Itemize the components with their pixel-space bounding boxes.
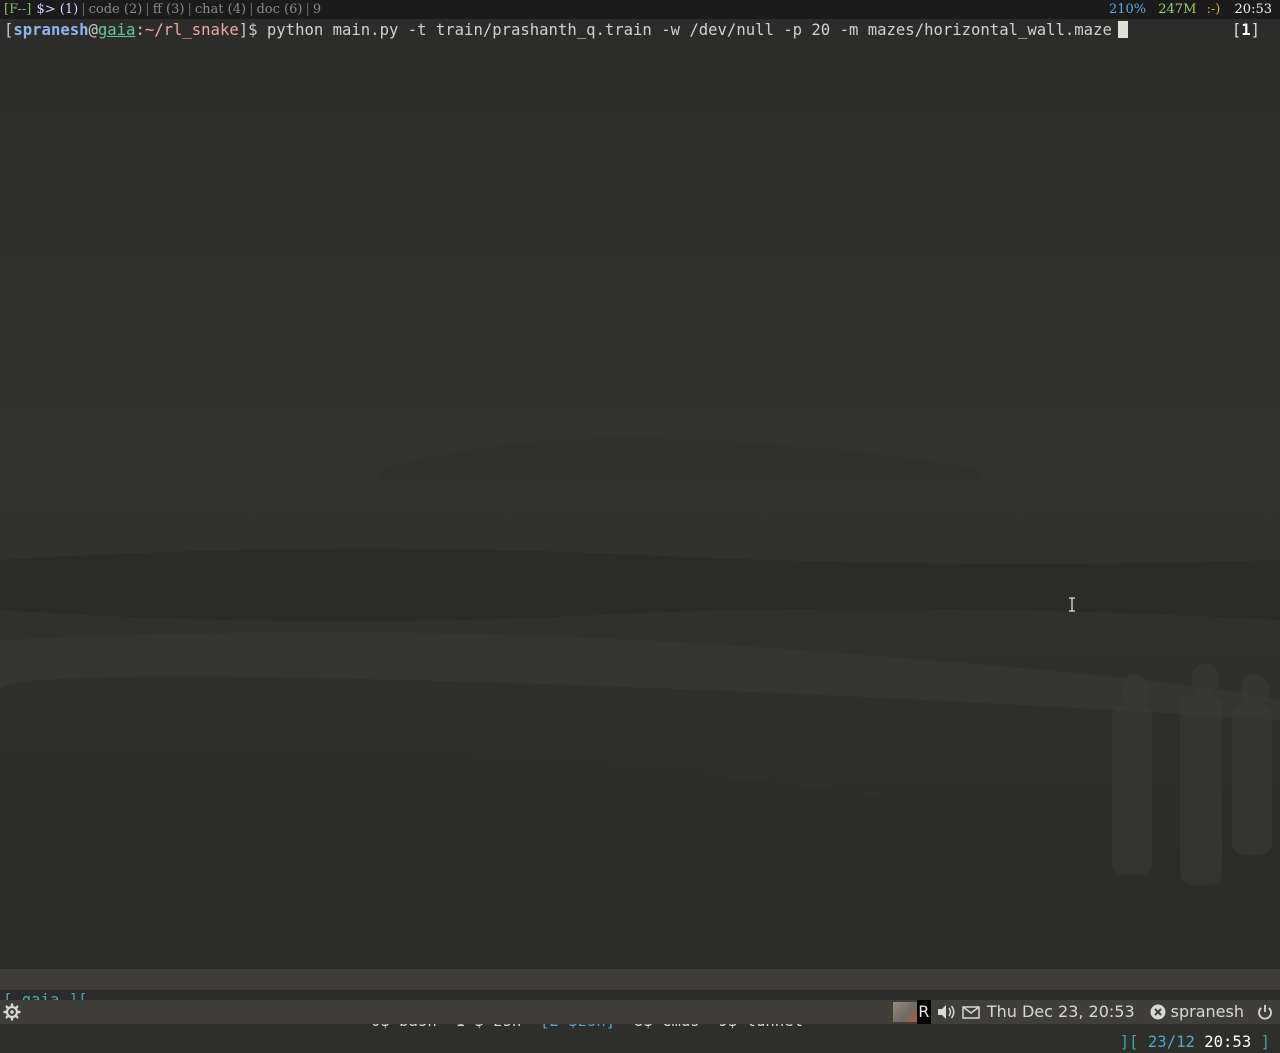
prompt-path: ~/rl_snake [144, 21, 239, 39]
screen-right-open: ][ [1119, 1033, 1148, 1051]
workspace-separator: | [305, 2, 310, 17]
workspace-separator: | [145, 2, 150, 17]
screen-date: 23/12 [1147, 1033, 1195, 1051]
panel-username[interactable]: spranesh [1171, 1000, 1244, 1024]
screen-clock: 20:53 [1204, 1033, 1252, 1051]
workspace-6[interactable]: doc (6) [255, 2, 303, 17]
screen-status-bar: [ gaia ][ 0$ bash 1-$ zsh [2*$zsh] 8$ cm… [0, 969, 1280, 1051]
terminal-window[interactable]: [spranesh@gaia:~/rl_snake]$ python main.… [0, 19, 1280, 969]
screen-right-close: ] [1251, 1033, 1270, 1051]
text-cursor [1117, 21, 1128, 38]
volume-icon[interactable] [935, 1000, 957, 1024]
power-icon[interactable] [1256, 1000, 1274, 1024]
wm-clock: 20:53 [1234, 2, 1272, 17]
panel-clock[interactable]: Thu Dec 23, 20:53 [987, 1000, 1135, 1024]
right-prompt: [1] [1232, 20, 1260, 41]
cpu-usage: 210% [1108, 2, 1147, 17]
close-user-icon[interactable] [1149, 1000, 1167, 1024]
prompt-line[interactable]: [spranesh@gaia:~/rl_snake]$ python main.… [4, 20, 1128, 41]
rprompt-open: [ [1231, 21, 1242, 39]
workspace-4[interactable]: chat (4) [194, 2, 247, 17]
system-status: 210% 247M :-) 20:53 [1101, 0, 1272, 19]
prompt-user: spranesh [13, 21, 89, 39]
ibeam-cursor-icon [1068, 597, 1076, 615]
workspace-2[interactable]: code (2) [88, 2, 144, 17]
workspace-list: [F--] $> (1) | code (2) | ff (3) | chat (4) | do… [4, 0, 322, 19]
prompt-dollar: ]$ [238, 21, 267, 39]
prompt-host: gaia [97, 21, 136, 39]
tray-app-thumbnail[interactable] [892, 1002, 917, 1022]
workspace-3[interactable]: ff (3) [152, 2, 186, 17]
screen-datetime: ][ 23/12 20:53 ] [1120, 1032, 1270, 1053]
panel-divider [0, 990, 1280, 1000]
workspace-separator: | [81, 2, 86, 17]
workspace-9[interactable]: 9 [312, 2, 322, 17]
workspace-1[interactable]: $> (1) [36, 2, 80, 17]
memory-usage: 247M [1158, 2, 1197, 17]
system-tray: R Thu Dec 23, 20:53 spranesh [892, 1000, 1280, 1024]
window-manager-bar: [F--] $> (1) | code (2) | ff (3) | chat (4) | do… [0, 0, 1280, 19]
prompt-at: @ [88, 21, 98, 39]
command-input[interactable]: python main.py -t train/prashanth_q.trai… [267, 21, 1112, 39]
rprompt-close: ] [1250, 21, 1260, 39]
mail-icon[interactable] [961, 1000, 985, 1024]
workspace-separator: | [187, 2, 192, 17]
bottom-panel: R Thu Dec 23, 20:53 spranesh [0, 1000, 1280, 1024]
gear-menu-icon[interactable] [3, 1003, 21, 1021]
tray-app-r[interactable]: R [916, 1000, 931, 1024]
layout-indicator[interactable]: [F--] [4, 2, 31, 17]
prompt-bracket: [ [4, 21, 14, 39]
prompt-colon: : [135, 21, 145, 39]
mood-indicator: :-) [1206, 2, 1221, 17]
rprompt-value: 1 [1241, 21, 1251, 39]
